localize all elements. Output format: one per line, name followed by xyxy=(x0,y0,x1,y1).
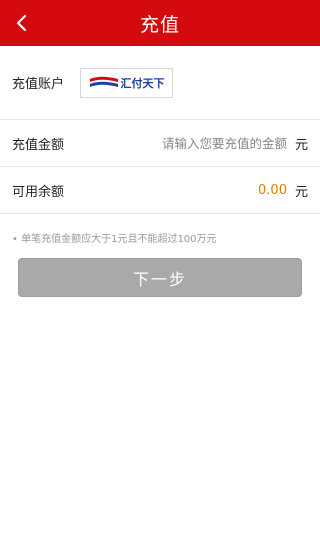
page-title: 充值 xyxy=(139,13,180,36)
account-row: 充值账户 汇付天下 xyxy=(0,46,320,120)
chinapnr-logo-icon xyxy=(89,76,118,87)
account-label: 充值账户 xyxy=(12,77,65,92)
app-header: 充值 xyxy=(0,0,320,46)
amount-label: 充值金额 xyxy=(12,137,65,153)
balance-label: 可用余额 xyxy=(12,184,65,200)
back-button[interactable] xyxy=(6,7,38,39)
next-step-button[interactable]: 下一步 xyxy=(18,258,302,297)
limit-note: • 单笔充值金额应大于1元且不能超过100万元 xyxy=(12,234,217,245)
amount-unit: 元 xyxy=(294,137,308,153)
amount-row: 充值金额 元 xyxy=(0,120,320,167)
balance-value: 0.00 xyxy=(258,182,287,198)
chinapnr-logo: 汇付天下 xyxy=(80,67,173,98)
chevron-left-icon xyxy=(16,14,27,32)
logo-text: 汇付天下 xyxy=(120,76,165,90)
balance-row: 可用余额 0.00 元 xyxy=(0,167,320,214)
balance-unit: 元 xyxy=(294,184,308,200)
amount-input[interactable] xyxy=(126,135,287,151)
